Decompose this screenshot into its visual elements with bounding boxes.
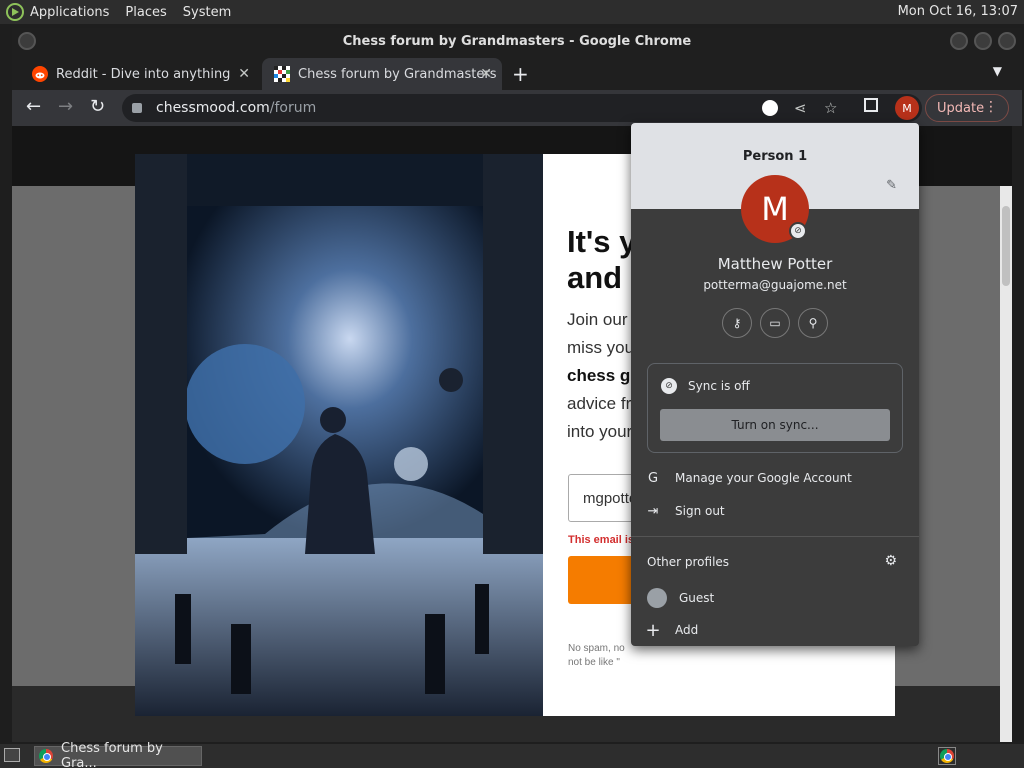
sync-section: ⊘ Sync is off Turn on sync... — [647, 363, 903, 453]
chessmood-icon — [274, 66, 290, 82]
sync-off-icon: ⊘ — [661, 378, 677, 394]
clock[interactable]: Mon Oct 16, 13:07 — [898, 4, 1018, 19]
passwords-key-icon[interactable]: ⚷ — [722, 308, 752, 338]
distro-logo-icon[interactable] — [6, 3, 24, 21]
new-tab-icon[interactable]: + — [512, 62, 529, 86]
add-profile-item[interactable]: + Add — [631, 615, 919, 645]
tab-strip: Reddit - Dive into anything ✕ Chess foru… — [12, 54, 1022, 90]
sync-off-badge-icon: ⊘ — [789, 222, 807, 240]
menu-divider — [631, 536, 919, 537]
applications-menu[interactable]: Applications — [30, 5, 109, 20]
tray-chrome-launcher[interactable] — [938, 747, 956, 765]
tab-label: Chess forum by Grandmasters — [298, 66, 497, 82]
close-tab-icon[interactable]: ✕ — [238, 66, 250, 82]
turn-on-sync-button[interactable]: Turn on sync... — [660, 409, 890, 441]
google-g-icon: G — [647, 470, 659, 486]
address-bar[interactable]: chessmood.com/forum ⋖ ☆ — [122, 94, 922, 122]
guest-profile-item[interactable]: Guest — [631, 583, 919, 613]
bookmark-star-icon[interactable]: ☆ — [824, 99, 837, 117]
close-window-button[interactable] — [998, 32, 1016, 50]
profile-full-name: Matthew Potter — [717, 255, 833, 273]
window-menu-button[interactable] — [18, 32, 36, 50]
places-menu[interactable]: Places — [125, 5, 166, 20]
reload-icon[interactable]: ↻ — [90, 96, 105, 117]
tab-search-chevron-icon[interactable]: ▼ — [993, 64, 1002, 78]
forward-arrow-icon[interactable]: → — [58, 96, 73, 117]
modal-hero-image — [135, 154, 543, 716]
url-path: /forum — [269, 100, 317, 116]
system-menu[interactable]: System — [183, 5, 231, 20]
profile-menu: Person 1 ✎ M ⊘ Matthew Potter potterma@g… — [631, 123, 919, 646]
edit-pencil-icon[interactable]: ✎ — [886, 178, 897, 193]
email-value: mgpotte — [583, 489, 638, 507]
manage-profiles-gear-icon[interactable]: ⚙ — [884, 553, 897, 569]
window-title-bar[interactable]: Chess forum by Grandmasters - Google Chr… — [12, 28, 1022, 54]
chrome-icon — [39, 749, 53, 763]
reddit-icon — [32, 66, 48, 82]
guest-avatar-icon — [647, 588, 667, 608]
tab-reddit[interactable]: Reddit - Dive into anything ✕ — [20, 58, 260, 90]
back-arrow-icon[interactable]: ← — [26, 96, 41, 117]
page-scrollbar[interactable] — [1000, 186, 1012, 742]
minimize-button[interactable] — [950, 32, 968, 50]
share-icon[interactable]: ⋖ — [794, 99, 807, 117]
update-button[interactable]: Update ⋮ — [925, 94, 1009, 122]
profile-label: Person 1 — [742, 149, 808, 164]
more-menu-icon[interactable]: ⋮ — [984, 99, 998, 115]
page-scrollbar-thumb[interactable] — [1002, 206, 1010, 286]
profile-email: potterma@guajome.net — [703, 278, 847, 292]
sign-out-icon: ⇥ — [647, 503, 659, 519]
other-profiles-heading: Other profiles — [647, 555, 730, 569]
profile-avatar-button[interactable]: M — [895, 96, 919, 120]
email-error-message: This email is — [568, 534, 635, 546]
modal-fineprint: No spam, no not be like " — [568, 643, 625, 668]
payment-card-icon[interactable]: ▭ — [760, 308, 790, 338]
show-desktop-icon[interactable] — [4, 748, 20, 762]
side-panel-icon[interactable] — [864, 98, 878, 112]
url-domain: chessmood.com — [156, 100, 270, 116]
bottom-taskbar: Chess forum by Gra... — [0, 741, 1024, 768]
chrome-icon — [940, 749, 954, 763]
taskbar-chrome-window[interactable]: Chess forum by Gra... — [34, 741, 202, 768]
taskbar-window-label: Chess forum by Gra... — [61, 741, 163, 768]
manage-google-account-item[interactable]: G Manage your Google Account — [631, 463, 919, 493]
maximize-button[interactable] — [974, 32, 992, 50]
top-panel: Applications Places System Mon Oct 16, 1… — [0, 0, 1024, 24]
tab-chess-forum[interactable]: Chess forum by Grandmasters ✕ — [262, 58, 502, 90]
window-title: Chess forum by Grandmasters - Google Chr… — [342, 33, 692, 49]
update-label: Update — [937, 100, 985, 116]
browser-toolbar: ← → ↻ chessmood.com/forum ⋖ ☆ M Update ⋮ — [12, 90, 1022, 126]
addresses-pin-icon[interactable]: ⚲ — [798, 308, 828, 338]
plus-icon: + — [645, 619, 661, 641]
google-lens-icon[interactable] — [762, 100, 778, 116]
sign-out-item[interactable]: ⇥ Sign out — [631, 496, 919, 526]
sync-status: Sync is off — [688, 379, 750, 393]
tab-label: Reddit - Dive into anything — [56, 66, 231, 82]
lock-icon[interactable] — [132, 103, 142, 113]
close-tab-icon[interactable]: ✕ — [480, 66, 492, 82]
